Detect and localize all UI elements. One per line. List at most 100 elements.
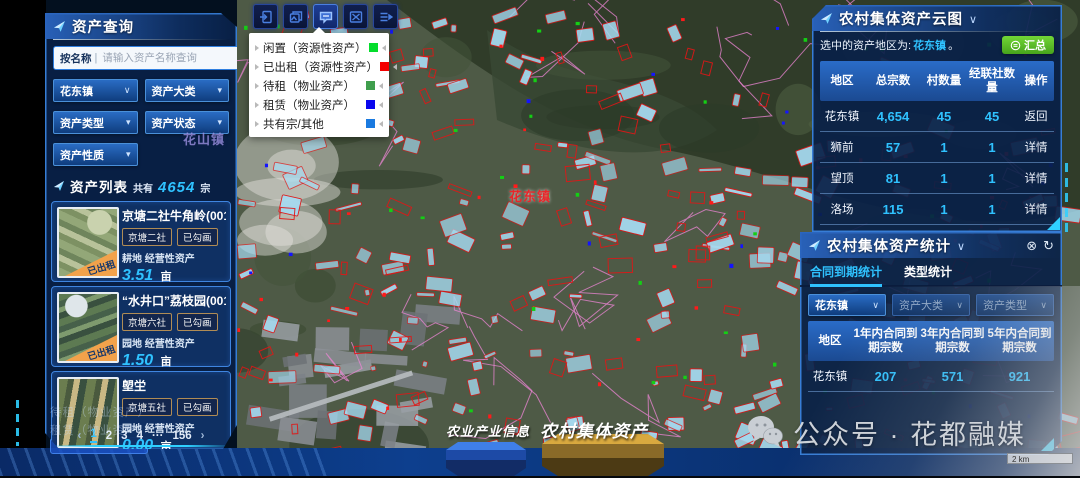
stats-town-select[interactable]: 花东镇 ∨ bbox=[808, 294, 886, 316]
asset-tag: 已勾画 bbox=[177, 398, 218, 416]
asset-card-list: 已出租 京塘二社牛角岭(001); 京塘二社 已勾画 耕地 经营性资产 3.51… bbox=[51, 201, 231, 453]
count-prefix: 共有 bbox=[133, 180, 153, 195]
layers-photos-icon[interactable] bbox=[283, 4, 308, 29]
map-legend-popup: 闲置（资源性资产） 已出租（资源性资产） 待租（物业资产） 租赁（物业资产） 共… bbox=[249, 33, 389, 137]
page-number[interactable]: 4 bbox=[137, 430, 143, 442]
count-suffix: 宗 bbox=[200, 180, 210, 195]
filter-asset-type-select[interactable]: 资产类型 ▾ bbox=[53, 111, 138, 134]
filter-town-select[interactable]: 花东镇 ∨ bbox=[53, 79, 138, 102]
table-row: 花东镇 4,654 45 45 返回 bbox=[820, 101, 1054, 132]
stats-table-header: 地区 1年内合同到期宗数 3年内合同到期宗数 5年内合同到期宗数 bbox=[808, 321, 1054, 361]
legend-item[interactable]: 共有宗/其他 bbox=[249, 114, 389, 133]
legend-swatch-red bbox=[380, 62, 389, 71]
panel-title: 资产查询 bbox=[72, 16, 134, 37]
list-filter-icon[interactable] bbox=[373, 4, 398, 29]
summary-icon bbox=[1010, 40, 1021, 51]
tab-type-stats[interactable]: 类型统计 bbox=[904, 263, 952, 285]
export-report-icon[interactable] bbox=[253, 4, 278, 29]
asset-tag: 已勾画 bbox=[177, 313, 218, 331]
chevron-down-icon: ∨ bbox=[872, 300, 879, 311]
page-number[interactable]: 2 bbox=[106, 430, 112, 442]
chevron-down-icon: ▾ bbox=[217, 85, 222, 96]
panel-title: 农村集体资产云图 bbox=[839, 8, 963, 29]
chevron-down-icon: ▾ bbox=[217, 117, 222, 128]
asset-card[interactable]: 已出租 京塘二社牛角岭(001); 京塘二社 已勾画 耕地 经营性资产 3.51… bbox=[51, 201, 231, 282]
panel-plane-icon bbox=[820, 12, 833, 25]
cloud-panel-titlebar: 农村集体资产云图 ∨ bbox=[812, 5, 1062, 31]
chevron-down-icon: ▾ bbox=[126, 117, 131, 128]
stats-asset-class-select[interactable]: 资产大类 ∨ bbox=[892, 294, 970, 316]
asset-tag: 京塘二社 bbox=[122, 228, 172, 246]
panel-plane-icon bbox=[53, 180, 65, 192]
legend-swatch-azure bbox=[366, 119, 375, 128]
right-edge-decoration bbox=[1065, 163, 1068, 235]
page-number[interactable]: 3 bbox=[121, 430, 127, 442]
close-icon[interactable]: ⊗ bbox=[1026, 239, 1037, 252]
legend-item[interactable]: 已出租（资源性资产） bbox=[249, 57, 389, 76]
asset-title: 京塘二社牛角岭(001); bbox=[122, 207, 226, 224]
asset-area-unit: 亩 bbox=[161, 271, 172, 283]
asset-list-title: 资产列表 bbox=[70, 176, 128, 196]
divider bbox=[53, 39, 229, 40]
summary-button[interactable]: 汇总 bbox=[1002, 36, 1054, 54]
pagination: ‹ 1 2 3 4 ··· 156 › bbox=[45, 428, 237, 443]
detail-link[interactable]: 详情 bbox=[1018, 168, 1054, 188]
chevron-down-icon[interactable]: ∨ bbox=[969, 13, 977, 26]
refresh-icon[interactable]: ↻ bbox=[1043, 239, 1054, 252]
stats-panel-titlebar: 农村集体资产统计 ∨ ⊗ ↻ bbox=[800, 232, 1062, 258]
caret-icon bbox=[255, 102, 259, 108]
chevron-down-icon: ∨ bbox=[956, 300, 963, 311]
asset-card[interactable]: 已出租 “水井口”荔枝园(001); 京塘六社 已勾画 园地 经营性资产 1.5… bbox=[51, 286, 231, 367]
cloud-table-header: 地区 总宗数 村数量 经联社数量 操作 bbox=[820, 61, 1054, 101]
tab-contract-expiry[interactable]: 合同到期统计 bbox=[810, 263, 882, 287]
stats-asset-type-select[interactable]: 资产类型 ∨ bbox=[976, 294, 1054, 316]
asset-cloud-panel: 农村集体资产云图 ∨ 选中的资产地区为: 花东镇 。 汇总 地区 总宗数 村数量… bbox=[812, 5, 1062, 232]
stats-tabs: 合同到期统计 类型统计 bbox=[800, 258, 1062, 287]
asset-query-titlebar: 资产查询 bbox=[45, 13, 237, 39]
legend-item[interactable]: 闲置（资源性资产） bbox=[249, 38, 389, 57]
back-link[interactable]: 返回 bbox=[1018, 106, 1054, 126]
expand-frame-icon[interactable] bbox=[343, 4, 368, 29]
table-row: 洛场 115 1 1 详情 bbox=[820, 194, 1054, 225]
caret-icon bbox=[379, 83, 383, 89]
page-number[interactable]: 156 bbox=[172, 430, 191, 442]
asset-title: “水井口”荔枝园(001); bbox=[122, 292, 226, 309]
asset-tag: 已勾画 bbox=[177, 228, 218, 246]
rented-ribbon: 已出租 bbox=[65, 335, 117, 361]
asset-area-value: 3.51 bbox=[122, 267, 153, 284]
table-row: 花东镇 207 571 921 bbox=[808, 361, 1054, 392]
map-scale-bar: 2 km bbox=[1007, 453, 1073, 464]
table-row: 狮前 57 1 1 详情 bbox=[820, 132, 1054, 163]
rented-ribbon: 已出租 bbox=[65, 250, 117, 276]
panel-plane-icon bbox=[53, 20, 66, 33]
hex-platform-blue[interactable] bbox=[446, 442, 526, 476]
caret-icon bbox=[382, 45, 386, 51]
asset-count: 4654 bbox=[158, 179, 195, 196]
page-next[interactable]: › bbox=[201, 430, 205, 442]
page-number[interactable]: 1 bbox=[90, 428, 96, 443]
nav-collective-assets[interactable]: 农村集体资产 bbox=[540, 417, 648, 442]
nav-agriculture-info[interactable]: 农业产业信息 bbox=[446, 421, 530, 440]
filter-asset-nature-select[interactable]: 资产性质 ▾ bbox=[53, 143, 138, 166]
divider: | bbox=[95, 52, 98, 64]
filter-asset-class-select[interactable]: 资产大类 ▾ bbox=[145, 79, 230, 102]
chevron-down-icon[interactable]: ∨ bbox=[957, 240, 965, 253]
panel-title: 农村集体资产统计 bbox=[827, 235, 951, 256]
detail-link[interactable]: 详情 bbox=[1018, 199, 1054, 219]
asset-area-unit: 亩 bbox=[161, 356, 172, 368]
asset-name-search-box[interactable]: 按名称 | bbox=[53, 46, 266, 70]
panel-corner-accent bbox=[1047, 217, 1060, 230]
legend-item[interactable]: 待租（物业资产） bbox=[249, 76, 389, 95]
page-ellipsis: ··· bbox=[152, 430, 164, 442]
caret-icon bbox=[255, 83, 259, 89]
page-prev[interactable]: ‹ bbox=[78, 430, 82, 442]
asset-area-value: 1.50 bbox=[122, 352, 153, 369]
panel-glow-edge bbox=[49, 445, 233, 447]
chevron-down-icon: ▾ bbox=[126, 149, 131, 160]
legend-swatch-green bbox=[369, 43, 378, 52]
search-input[interactable] bbox=[100, 51, 239, 65]
detail-link[interactable]: 详情 bbox=[1018, 137, 1054, 157]
comment-legend-icon[interactable] bbox=[313, 4, 338, 29]
legend-item[interactable]: 租赁（物业资产） bbox=[249, 95, 389, 114]
map-label-huashan: 花山镇 bbox=[183, 129, 225, 148]
